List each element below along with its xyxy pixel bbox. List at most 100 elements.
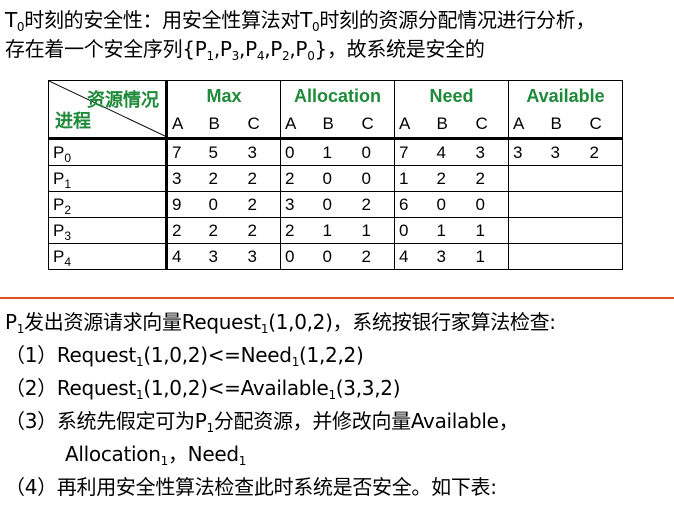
col-a: A — [280, 111, 319, 140]
allocation-cell: 2 — [280, 217, 319, 244]
available-cell — [508, 243, 547, 270]
group-header-max: Max — [166, 80, 281, 111]
p-symbol: P — [5, 310, 17, 334]
group-header-need: Need — [394, 80, 509, 111]
allocation-cell: 2 — [280, 165, 319, 192]
request-line-2: （1）Request1(1,0,2)<=Need1(1,2,2) — [5, 339, 673, 372]
allocation-cell: 0 — [357, 165, 395, 192]
intro-paragraph: T0时刻的安全性：用安全性算法对T0时刻的资源分配情况进行分析， 存在着一个安全… — [5, 6, 673, 64]
t-symbol: T — [5, 8, 17, 32]
process-name: P — [53, 194, 65, 214]
subscript: 1 — [16, 322, 25, 336]
allocation-cell: 0 — [318, 165, 358, 192]
max-cell: 5 — [204, 138, 244, 166]
available-cell: 3 — [508, 138, 547, 166]
table-row: P4 4 3 3 0 0 2 4 3 1 — [48, 243, 623, 270]
max-cell: 3 — [166, 165, 205, 192]
col-a: A — [166, 111, 205, 140]
allocation-cell: 2 — [357, 243, 395, 270]
need-cell: 1 — [432, 217, 472, 244]
subscript: 1 — [328, 388, 336, 402]
max-cell: 2 — [204, 165, 244, 192]
need-cell: 6 — [394, 191, 433, 218]
max-cell: 2 — [204, 217, 244, 244]
seq-sep: ,P — [289, 37, 308, 61]
request-text: （2）Request — [5, 376, 136, 400]
need-cell: 3 — [432, 243, 472, 270]
process-cell: P2 — [48, 191, 168, 218]
request-text: 发出资源请求向量Request — [24, 310, 261, 334]
max-cell: 3 — [243, 243, 281, 270]
col-c: C — [357, 111, 395, 140]
col-c: C — [243, 111, 281, 140]
process-index: 1 — [64, 176, 72, 191]
max-cell: 7 — [166, 138, 205, 166]
table-row: P2 9 0 2 3 0 2 6 0 0 — [48, 191, 623, 218]
allocation-cell: 0 — [318, 243, 358, 270]
table-row: P1 3 2 2 2 0 0 1 2 2 — [48, 165, 623, 192]
group-header-available: Available — [508, 80, 623, 111]
max-cell: 2 — [243, 217, 281, 244]
subscript: 3 — [231, 49, 240, 63]
subscript: 0 — [307, 49, 315, 63]
available-cell: 3 — [546, 138, 586, 166]
max-cell: 2 — [166, 217, 205, 244]
allocation-cell: 1 — [318, 217, 358, 244]
request-text: (1,0,2)，系统按银行家算法检查: — [268, 310, 556, 334]
table-corner-header: 资源情况 进程 — [48, 80, 168, 140]
process-index: 3 — [64, 228, 72, 243]
allocation-cell: 1 — [318, 138, 358, 166]
subscript: 1 — [238, 454, 247, 468]
request-line-6: （4）再利用安全性算法检查此时系统是否安全。如下表: — [5, 471, 673, 504]
allocation-cell: 2 — [357, 191, 395, 218]
need-cell: 0 — [432, 191, 472, 218]
allocation-cell: 0 — [357, 138, 395, 166]
available-cell — [546, 243, 586, 270]
available-cell — [585, 165, 623, 192]
intro-line-1: T0时刻的安全性：用安全性算法对T0时刻的资源分配情况进行分析， — [5, 6, 673, 35]
subscript: 1 — [206, 421, 215, 435]
request-text: (1,2,2) — [299, 343, 364, 367]
process-name: P — [53, 220, 65, 240]
request-line-3: （2）Request1(1,0,2)<=Available1(3,3,2) — [5, 372, 673, 405]
need-cell: 2 — [432, 165, 472, 192]
seq-sep: ,P — [264, 37, 283, 61]
max-cell: 2 — [243, 165, 281, 192]
request-text: （3）系统先假定可为P — [5, 409, 207, 433]
available-cell — [585, 243, 623, 270]
col-a: A — [508, 111, 547, 140]
available-cell — [546, 191, 586, 218]
col-b: B — [318, 111, 358, 140]
request-text: Allocation — [65, 442, 161, 466]
subscript: 1 — [160, 454, 169, 468]
available-cell — [508, 217, 547, 244]
corner-label-process: 进程 — [55, 111, 91, 131]
max-cell: 4 — [166, 243, 205, 270]
available-cell — [585, 217, 623, 244]
table-row: P3 2 2 2 2 1 1 0 1 1 — [48, 217, 623, 244]
process-cell: P4 — [48, 243, 168, 270]
need-cell: 0 — [471, 191, 509, 218]
col-c: C — [585, 111, 623, 140]
allocation-cell: 1 — [357, 217, 395, 244]
t-symbol: T — [300, 8, 312, 32]
available-cell — [546, 165, 586, 192]
intro-text: 存在着一个安全序列{P — [5, 37, 207, 61]
request-text: （1）Request — [5, 343, 136, 367]
need-cell: 3 — [471, 138, 509, 166]
col-b: B — [432, 111, 472, 140]
need-cell: 1 — [394, 165, 433, 192]
process-cell: P3 — [48, 217, 168, 244]
max-cell: 3 — [204, 243, 244, 270]
need-cell: 1 — [471, 217, 509, 244]
request-text: ，Need — [167, 442, 239, 466]
need-cell: 0 — [394, 217, 433, 244]
process-index: 4 — [64, 254, 72, 269]
table-body: P0 7 5 3 0 1 0 7 4 3 3 3 2 P1 3 2 2 2 0 0 1 2 2 P2 9 0 2 3 0 2 6 0 0 P3 2 2… — [48, 138, 623, 270]
request-section: P1发出资源请求向量Request1(1,0,2)，系统按银行家算法检查: （1… — [5, 306, 673, 504]
group-header-allocation: Allocation — [280, 80, 395, 111]
max-cell: 3 — [243, 138, 281, 166]
request-text: 分配资源，并修改向量Available， — [213, 409, 519, 433]
request-text: (1,0,2)<=Available — [143, 376, 329, 400]
need-cell: 7 — [394, 138, 433, 166]
